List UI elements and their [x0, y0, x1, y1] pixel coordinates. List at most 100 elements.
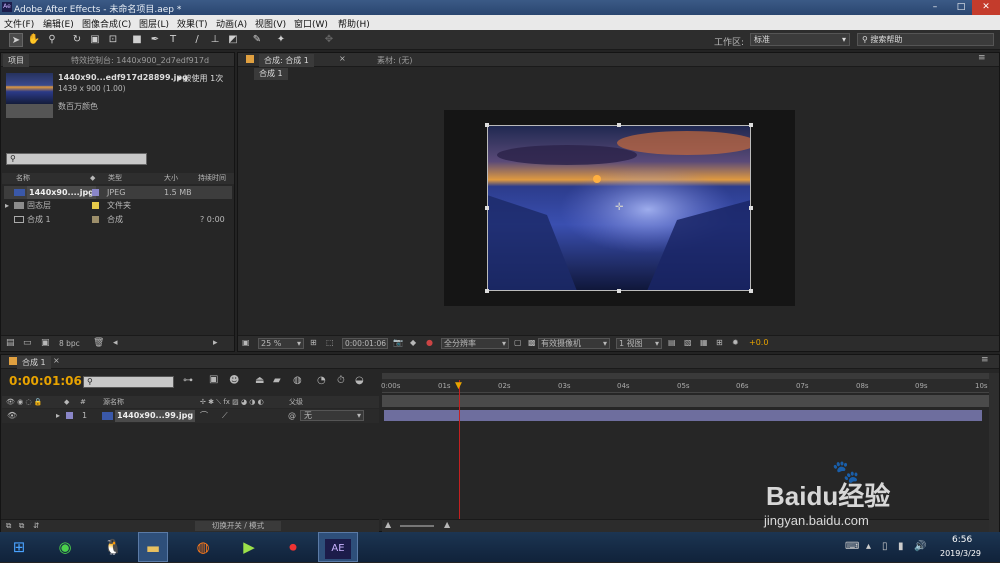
selection-tool-icon[interactable]: ➤ [9, 33, 23, 47]
anchor-point-icon[interactable]: ✛ [615, 202, 623, 213]
tab-composition[interactable]: 合成: 合成 1 [259, 54, 314, 67]
transform-handle[interactable] [617, 123, 621, 127]
interpret-footage-icon[interactable]: ▤ [6, 338, 15, 348]
col-source-name[interactable]: 源名称 [103, 396, 124, 408]
transform-handle[interactable] [749, 206, 753, 210]
resolution-dropdown[interactable]: 全分辨率 ▾ [441, 338, 509, 349]
maximize-icon[interactable]: □ [948, 0, 974, 15]
layer-switches-toggle-icon[interactable]: ⧉ [6, 521, 11, 531]
zoom-slider[interactable] [400, 525, 434, 527]
project-item[interactable]: ▸ 固态层 文件夹 [4, 199, 232, 212]
tab-project[interactable]: 项目 [3, 54, 29, 67]
menu-layer[interactable]: 图层(L) [139, 17, 169, 30]
pick-whip-icon[interactable]: @ [288, 409, 296, 423]
qq-icon[interactable]: 🐧 [96, 532, 130, 562]
recorder-icon[interactable]: ⏺ [276, 532, 310, 562]
menu-animation[interactable]: 动画(A) [216, 17, 247, 30]
firefox-icon[interactable]: ◍ [186, 532, 220, 562]
menu-edit[interactable]: 编辑(E) [43, 17, 74, 30]
exposure-value[interactable]: +0.0 [749, 338, 768, 347]
eraser-tool-icon[interactable]: ◩ [226, 33, 240, 47]
transparency-grid-icon[interactable]: ▩ [528, 338, 536, 347]
rectangle-tool-icon[interactable]: ■ [130, 33, 144, 47]
comp-mini-flowchart-icon[interactable]: ⊶ [183, 375, 193, 386]
app-360-icon[interactable]: ◉ [48, 532, 82, 562]
draft-3d-icon[interactable]: ▣ [209, 374, 218, 385]
hide-shy-layers-icon[interactable]: ☻ [229, 375, 239, 386]
new-folder-icon[interactable]: ▭ [23, 338, 32, 348]
motion-blur-icon[interactable]: ▰ [273, 375, 281, 386]
mask-visibility-icon[interactable]: ⬚ [326, 338, 334, 347]
project-item[interactable]: 合成 1 合成 ? 0:00 [4, 213, 232, 226]
timeline-scrollbar[interactable] [989, 373, 999, 533]
layer-row[interactable]: 👁 ▸ 1 1440x90...99.jpg ⌒ ⟋ @ 无 ▾ [2, 409, 379, 423]
snapshot-icon[interactable]: 📷 [393, 338, 403, 347]
media-player-icon[interactable]: ▶ [232, 532, 266, 562]
flowchart-icon[interactable]: ⊞ [716, 338, 723, 347]
bit-depth[interactable]: 8 bpc [59, 339, 80, 348]
tab-effect-controls[interactable]: 特效控制台: 1440x900_2d7edf917d [66, 54, 214, 67]
minimize-icon[interactable]: – [922, 0, 948, 15]
fast-previews-icon[interactable]: ▧ [684, 338, 692, 347]
network-icon[interactable]: ▮ [898, 541, 904, 552]
transform-handle[interactable] [749, 123, 753, 127]
zoom-dropdown[interactable]: 25 % ▾ [258, 338, 304, 349]
clone-stamp-tool-icon[interactable]: ⊥ [208, 33, 222, 47]
menu-file[interactable]: 文件(F) [4, 17, 34, 30]
show-hidden-icons-icon[interactable]: ▴ [866, 541, 871, 552]
expand-arrow-icon[interactable]: ▸ [56, 409, 60, 423]
camera-dropdown[interactable]: 有效摄像机 ▾ [538, 338, 610, 349]
views-dropdown[interactable]: 1 视图 ▾ [616, 338, 662, 349]
timeline-icon[interactable]: ▦ [700, 338, 708, 347]
file-explorer-icon[interactable]: ▬ [138, 532, 168, 562]
after-effects-taskbar-button[interactable]: AE [318, 532, 358, 562]
always-preview-icon[interactable]: ▣ [242, 338, 250, 347]
transform-handle[interactable] [617, 289, 621, 293]
menu-effect[interactable]: 效果(T) [177, 17, 208, 30]
layer-name[interactable]: 1440x90...99.jpg [115, 410, 196, 422]
transform-handle[interactable] [485, 206, 489, 210]
frame-blending-icon[interactable]: ⏏ [255, 375, 264, 386]
brush-tool-icon[interactable]: / [190, 33, 204, 47]
keyboard-icon[interactable]: ⌨ [845, 541, 859, 552]
transform-handle[interactable] [485, 289, 489, 293]
quality-switch-icon[interactable]: ⟋ [222, 409, 228, 423]
volume-icon[interactable]: 🔊 [914, 541, 926, 552]
scroll-left-icon[interactable]: ◂ [113, 338, 118, 348]
new-composition-icon[interactable]: ▣ [41, 338, 50, 348]
playhead-handle-icon[interactable]: ▼ [455, 381, 462, 391]
transform-handle[interactable] [749, 289, 753, 293]
in-out-toggle-icon[interactable]: ⇵ [33, 521, 39, 530]
help-search-input[interactable]: ⚲ 搜索帮助 [857, 33, 994, 46]
color-channels-icon[interactable]: ● [426, 338, 433, 347]
zoom-tool-icon[interactable]: ⚲ [45, 33, 59, 47]
toggle-switches-modes-button[interactable]: 切换开关 / 模式 [195, 521, 281, 531]
start-button-icon[interactable]: ⊞ [4, 532, 34, 562]
transform-handle[interactable] [485, 123, 489, 127]
clock-time[interactable]: 6:56 [952, 535, 972, 545]
text-tool-icon[interactable]: T [166, 33, 180, 47]
brainstorm-icon[interactable]: ◍ [293, 375, 302, 386]
timeline-current-time[interactable]: 0:00:01:06 [9, 374, 82, 388]
col-duration[interactable]: 持续时间 [198, 173, 226, 184]
roto-brush-tool-icon[interactable]: ✎ [250, 33, 264, 47]
tab-timeline-comp[interactable]: 合成 1 [17, 356, 51, 369]
comp-subtab[interactable]: 合成 1 [254, 68, 288, 80]
workspace-dropdown[interactable]: 标准 ▾ [750, 33, 850, 46]
graph-editor-icon[interactable]: ◔ [317, 375, 326, 386]
panel-menu-icon[interactable]: ≡ [981, 355, 989, 365]
device-icon[interactable]: ▯ [882, 541, 888, 552]
delete-icon[interactable]: 🗑 [93, 338, 104, 348]
puppet-pin-tool-icon[interactable]: ✦ [274, 33, 288, 47]
expand-arrow-icon[interactable]: ▸ [5, 199, 9, 212]
tab-footage[interactable]: 素材: (无) [372, 54, 417, 67]
axis-mode-icon[interactable]: ✥ [322, 33, 336, 47]
col-parent[interactable]: 父级 [289, 396, 303, 408]
col-size[interactable]: 大小 [164, 173, 178, 184]
exposure-reset-icon[interactable]: ✹ [732, 338, 739, 347]
menu-window[interactable]: 窗口(W) [294, 17, 328, 30]
safe-zones-icon[interactable]: ⊞ [310, 338, 317, 347]
pan-behind-tool-icon[interactable]: ⊡ [106, 33, 120, 47]
project-item[interactable]: 1440x90....jpg JPEG 1.5 MB [4, 186, 232, 199]
shy-switch-icon[interactable]: ⌒ [200, 409, 208, 423]
